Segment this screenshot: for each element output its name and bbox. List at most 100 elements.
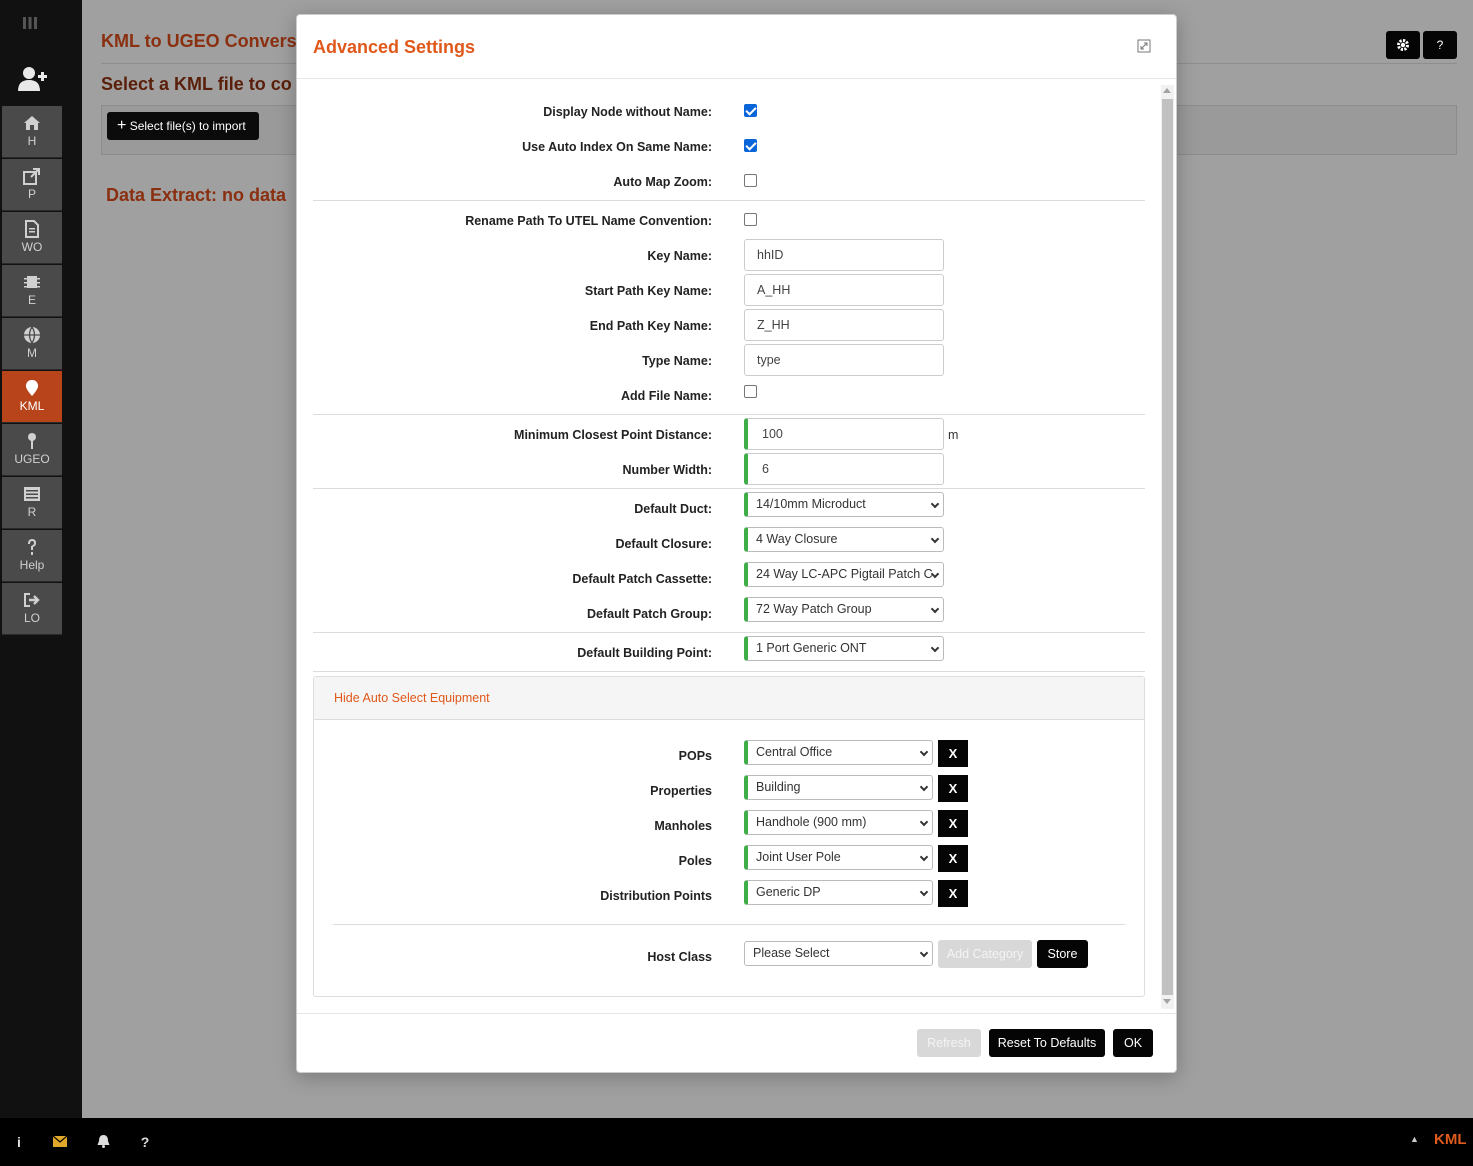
nav-work-orders[interactable]: WO	[2, 212, 62, 264]
export-icon	[23, 168, 40, 185]
settings-button[interactable]	[1386, 31, 1420, 59]
globe-icon	[24, 326, 40, 344]
display-node-label: Display Node without Name:	[543, 105, 712, 119]
equipment-panel-header: Hide Auto Select Equipment	[314, 677, 1144, 720]
divider	[313, 488, 1145, 489]
nav-reports[interactable]: R	[2, 477, 62, 529]
type-name-input[interactable]: type	[744, 344, 944, 376]
nav-label: Help	[19, 558, 45, 572]
host-class-select[interactable]: Please Select	[744, 941, 933, 966]
auto-map-zoom-label: Auto Map Zoom:	[613, 175, 712, 189]
nav-label: WO	[21, 240, 43, 254]
current-module-tag: KML	[1434, 1131, 1467, 1148]
nav-help[interactable]: Help	[2, 530, 62, 582]
auto-index-checkbox[interactable]	[744, 139, 757, 152]
manholes-select[interactable]: Handhole (900 mm)	[744, 810, 933, 835]
distribution-points-select[interactable]: Generic DP	[744, 880, 933, 905]
document-icon	[25, 220, 39, 238]
min-distance-input[interactable]: 100	[744, 418, 944, 450]
default-closure-select[interactable]: 4 Way Closure	[744, 527, 944, 552]
scroll-down-icon[interactable]	[1163, 999, 1171, 1004]
end-path-key-input[interactable]: Z_HH	[744, 309, 944, 341]
dialog-body: Display Node without Name: Use Auto Inde…	[297, 79, 1176, 1013]
default-duct-select[interactable]: 14/10mm Microduct	[744, 492, 944, 517]
nav-kml[interactable]: KML	[2, 371, 62, 423]
nav-label: LO	[23, 611, 40, 625]
key-name-input[interactable]: hhID	[744, 239, 944, 271]
store-button[interactable]: Store	[1037, 940, 1088, 968]
rename-path-checkbox[interactable]	[744, 213, 757, 226]
nav-logout[interactable]: LO	[2, 583, 62, 635]
ok-button[interactable]: OK	[1113, 1029, 1153, 1057]
scrollbar-thumb[interactable]	[1162, 99, 1173, 995]
display-node-checkbox[interactable]	[744, 104, 757, 117]
divider	[333, 924, 1125, 925]
home-icon	[24, 116, 40, 130]
remove-poles-button[interactable]: X	[938, 845, 968, 872]
selected-value: Handhole (900 mm)	[756, 815, 867, 829]
nav-map[interactable]: M	[2, 318, 62, 370]
pushpin-icon	[28, 433, 36, 449]
nav-ugeo[interactable]: UGEO	[2, 424, 62, 476]
dialog-title: Advanced Settings	[313, 37, 476, 57]
default-patch-cassette-label: Default Patch Cassette:	[572, 572, 712, 586]
pops-label: POPs	[678, 749, 712, 763]
help-button[interactable]: ?	[1423, 31, 1457, 59]
menu-grip-icon[interactable]	[22, 16, 42, 36]
nav-equipment[interactable]: E	[2, 265, 62, 317]
default-duct-label: Default Duct:	[634, 502, 712, 516]
add-file-name-label: Add File Name:	[621, 389, 712, 403]
nav-home[interactable]: H	[2, 106, 62, 158]
nav-projects[interactable]: P	[2, 159, 62, 211]
help-icon[interactable]: ?	[137, 1134, 153, 1150]
remove-properties-button[interactable]: X	[938, 775, 968, 802]
number-width-input[interactable]: 6	[744, 453, 944, 485]
auto-map-zoom-checkbox[interactable]	[744, 174, 757, 187]
mail-icon[interactable]	[52, 1134, 68, 1150]
dialog-header: Advanced Settings	[297, 15, 1176, 79]
number-width-label: Number Width:	[622, 463, 712, 477]
add-user-icon[interactable]	[18, 66, 48, 94]
remove-manholes-button[interactable]: X	[938, 810, 968, 837]
properties-select[interactable]: Building	[744, 775, 933, 800]
list-icon	[24, 487, 40, 501]
poles-select[interactable]: Joint User Pole	[744, 845, 933, 870]
reset-to-defaults-button[interactable]: Reset To Defaults	[989, 1029, 1105, 1057]
nav-label: R	[27, 505, 37, 519]
sidebar: H P WO E M KML UGEO R Help LO	[0, 0, 82, 1118]
selected-value: 24 Way LC-APC Pigtail Patch C	[756, 567, 933, 581]
data-extract-status: Data Extract: no data	[106, 185, 287, 205]
remove-pops-button[interactable]: X	[938, 740, 968, 767]
scroll-up-icon[interactable]	[1163, 88, 1171, 93]
pops-select[interactable]: Central Office	[744, 740, 933, 765]
remove-distribution-points-button[interactable]: X	[938, 880, 968, 907]
select-files-button[interactable]: + Select file(s) to import	[107, 112, 259, 140]
divider	[313, 414, 1145, 415]
page-subtitle: Select a KML file to co	[101, 74, 292, 94]
start-path-key-input[interactable]: A_HH	[744, 274, 944, 306]
selected-value: Central Office	[756, 745, 833, 759]
manholes-label: Manholes	[654, 819, 712, 833]
default-patch-group-select[interactable]: 72 Way Patch Group	[744, 597, 944, 622]
default-building-point-select[interactable]: 1 Port Generic ONT	[744, 636, 944, 661]
refresh-button[interactable]: Refresh	[917, 1029, 981, 1057]
add-category-button[interactable]: Add Category	[938, 940, 1032, 968]
bell-icon[interactable]	[95, 1134, 111, 1150]
dialog-footer: Refresh Reset To Defaults OK	[297, 1013, 1176, 1073]
plus-icon: +	[117, 117, 127, 134]
selected-value: Generic DP	[756, 885, 821, 899]
gear-icon	[1397, 39, 1409, 51]
caret-up-icon[interactable]: ▲	[1410, 1134, 1419, 1144]
distance-unit: m	[948, 428, 959, 442]
hide-auto-select-equipment-link[interactable]: Hide Auto Select Equipment	[334, 691, 490, 705]
map-pin-icon	[25, 380, 39, 396]
default-patch-cassette-select[interactable]: 24 Way LC-APC Pigtail Patch C	[744, 562, 944, 587]
add-file-name-checkbox[interactable]	[744, 385, 757, 398]
scrollbar[interactable]	[1161, 85, 1174, 1009]
maximize-icon[interactable]	[1137, 39, 1153, 55]
default-building-point-label: Default Building Point:	[577, 646, 712, 660]
start-path-key-label: Start Path Key Name:	[584, 284, 712, 298]
divider	[313, 632, 1145, 633]
info-icon[interactable]: i	[11, 1134, 27, 1150]
select-files-label: Select file(s) to import	[129, 119, 246, 133]
